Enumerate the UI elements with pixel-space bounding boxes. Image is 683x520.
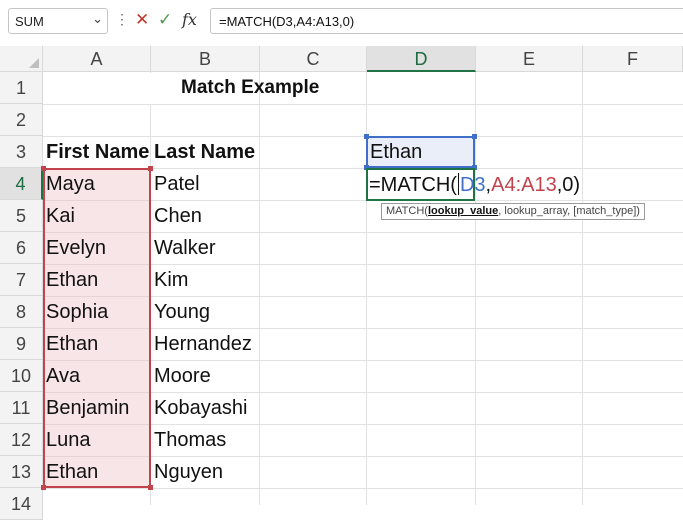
select-all-corner[interactable]	[0, 46, 43, 72]
cell-first-name[interactable]: Evelyn	[46, 232, 106, 264]
cell-first-name[interactable]: Ethan	[46, 456, 98, 488]
column-header-c[interactable]: C	[260, 46, 367, 72]
row-header-10[interactable]: 10	[0, 360, 43, 392]
row-header-3[interactable]: 3	[0, 136, 43, 168]
tooltip-fn[interactable]: MATCH(	[386, 205, 428, 217]
cell-d3-lookup-value[interactable]: Ethan	[370, 136, 422, 168]
row-header-1[interactable]: 1	[0, 72, 43, 104]
row-header-6[interactable]: 6	[0, 232, 43, 264]
cell-last-name[interactable]: Kim	[154, 264, 188, 296]
row-header-2[interactable]: 2	[0, 104, 43, 136]
row-header-5[interactable]: 5	[0, 200, 43, 232]
cell-last-name[interactable]: Moore	[154, 360, 211, 392]
cell-first-name[interactable]: Ethan	[46, 328, 98, 360]
range-handle[interactable]	[472, 134, 477, 139]
column-header-a[interactable]: A	[43, 46, 151, 72]
row-header-11[interactable]: 11	[0, 392, 43, 424]
function-tooltip: MATCH(lookup_value, lookup_array, [match…	[381, 203, 645, 220]
column-header-f[interactable]: F	[583, 46, 683, 72]
range-handle[interactable]	[364, 134, 369, 139]
formula-prefix: =MATCH(	[369, 174, 457, 196]
formula-suffix: ,0)	[556, 174, 581, 196]
cell-first-name[interactable]: Maya	[46, 168, 95, 200]
cell-first-name[interactable]: Luna	[46, 424, 91, 456]
row-header-12[interactable]: 12	[0, 424, 43, 456]
row-header-14[interactable]: 14	[0, 488, 43, 520]
row-header-7[interactable]: 7	[0, 264, 43, 296]
cell-first-name[interactable]: Ava	[46, 360, 80, 392]
cell-last-name[interactable]: Walker	[154, 232, 215, 264]
cell-d4-editing-formula[interactable]: =MATCH(D3,A4:A13,0)	[369, 169, 580, 201]
cell-last-name[interactable]: Chen	[154, 200, 202, 232]
cell-first-name[interactable]: Sophia	[46, 296, 108, 328]
cell-first-name[interactable]: Ethan	[46, 264, 98, 296]
row-header-9[interactable]: 9	[0, 328, 43, 360]
text-cursor	[457, 173, 459, 195]
cell-last-name[interactable]: Young	[154, 296, 210, 328]
row-header-4[interactable]: 4	[0, 168, 43, 200]
tooltip-arg-lookup-value[interactable]: lookup_value	[428, 205, 498, 217]
tooltip-rest: , lookup_array, [match_type])	[498, 205, 640, 217]
cell-b3-header[interactable]: Last Name	[154, 136, 255, 168]
cell-last-name[interactable]: Thomas	[154, 424, 226, 456]
cell-last-name[interactable]: Nguyen	[154, 456, 223, 488]
cell-last-name[interactable]: Hernandez	[154, 328, 252, 360]
column-header-e[interactable]: E	[476, 46, 583, 72]
column-header-d[interactable]: D	[367, 46, 476, 72]
formula-ref-range: A4:A13	[491, 174, 557, 196]
cell-b1-title[interactable]: Match Example	[181, 72, 319, 104]
row-header-13[interactable]: 13	[0, 456, 43, 488]
formula-ref-d3: D3	[459, 174, 486, 196]
cell-last-name[interactable]: Patel	[154, 168, 200, 200]
cell-a3-header[interactable]: First Name	[46, 136, 149, 168]
cell-first-name[interactable]: Benjamin	[46, 392, 129, 424]
range-handle[interactable]	[148, 485, 153, 490]
column-header-b[interactable]: B	[151, 46, 260, 72]
cell-last-name[interactable]: Kobayashi	[154, 392, 247, 424]
row-header-8[interactable]: 8	[0, 296, 43, 328]
cell-first-name[interactable]: Kai	[46, 200, 75, 232]
